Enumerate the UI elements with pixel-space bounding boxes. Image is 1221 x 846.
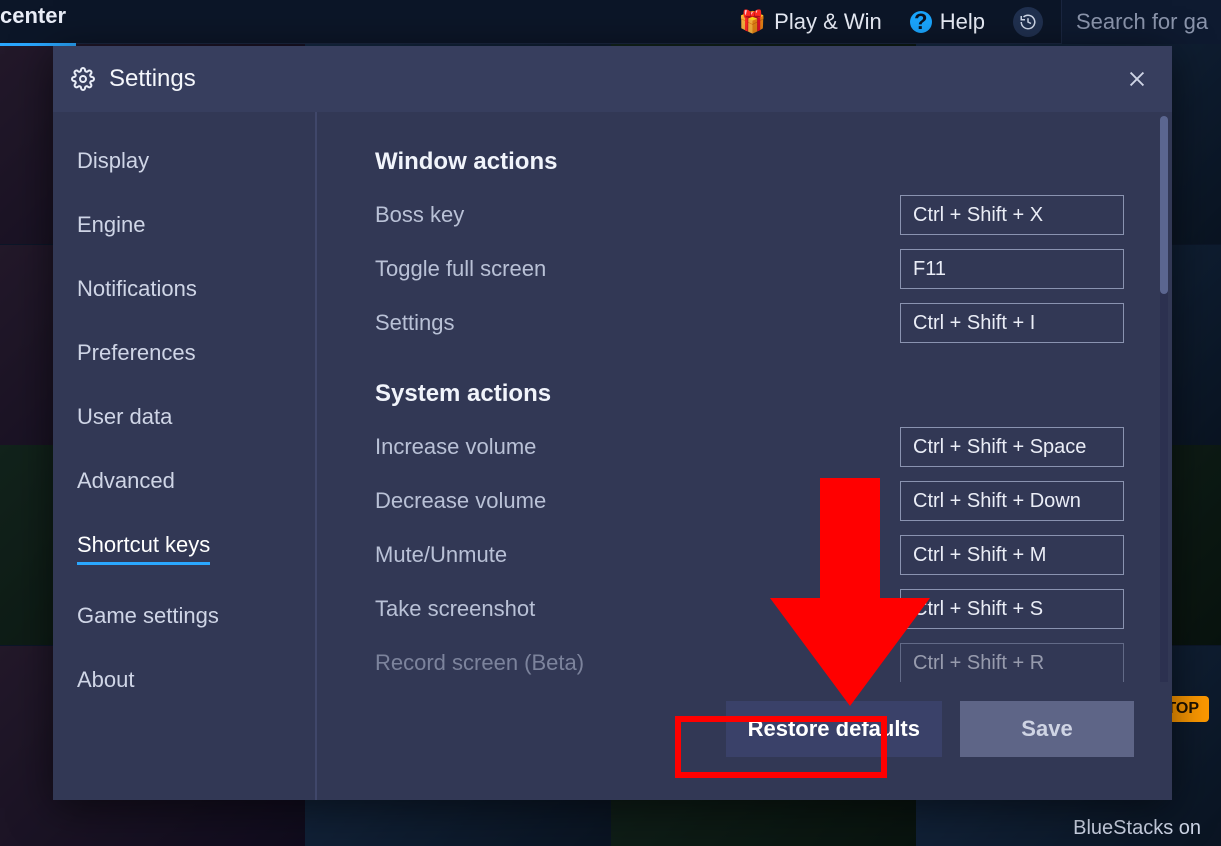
sidebar-item-game-settings[interactable]: Game settings bbox=[77, 603, 219, 629]
row-label: Increase volume bbox=[375, 434, 536, 460]
modal-header: Settings bbox=[53, 46, 1172, 112]
play-and-win-link[interactable]: 🎁 Play & Win bbox=[739, 9, 882, 35]
background-caption: BlueStacks on bbox=[1073, 817, 1201, 840]
history-button[interactable] bbox=[1013, 7, 1043, 37]
row-settings: Settings Ctrl + Shift + I bbox=[375, 302, 1124, 344]
row-label: Take screenshot bbox=[375, 596, 535, 622]
sidebar-item-engine[interactable]: Engine bbox=[77, 212, 146, 238]
play-and-win-label: Play & Win bbox=[774, 9, 882, 35]
row-label: Settings bbox=[375, 310, 455, 336]
row-label: Decrease volume bbox=[375, 488, 546, 514]
gear-icon bbox=[71, 67, 95, 91]
sidebar-item-advanced[interactable]: Advanced bbox=[77, 468, 175, 494]
modal-footer: Restore defaults Save bbox=[317, 682, 1172, 800]
row-label: Mute/Unmute bbox=[375, 542, 507, 568]
history-icon bbox=[1019, 13, 1037, 31]
row-decrease-volume: Decrease volume Ctrl + Shift + Down bbox=[375, 480, 1124, 522]
close-button[interactable] bbox=[1120, 62, 1154, 96]
settings-modal: Settings Display Engine Notifications Pr… bbox=[53, 46, 1172, 800]
section-window-actions: Window actions Boss key Ctrl + Shift + X… bbox=[375, 148, 1124, 344]
row-toggle-fullscreen: Toggle full screen F11 bbox=[375, 248, 1124, 290]
row-label: Boss key bbox=[375, 202, 464, 228]
section-system-actions: System actions Increase volume Ctrl + Sh… bbox=[375, 380, 1124, 684]
row-mute-unmute: Mute/Unmute Ctrl + Shift + M bbox=[375, 534, 1124, 576]
settings-sidebar: Display Engine Notifications Preferences… bbox=[53, 112, 317, 800]
shortcut-input[interactable]: Ctrl + Shift + X bbox=[900, 195, 1124, 235]
settings-content: Window actions Boss key Ctrl + Shift + X… bbox=[317, 112, 1172, 800]
row-label: Record screen (Beta) bbox=[375, 650, 584, 676]
search-input[interactable]: Search for ga bbox=[1061, 0, 1221, 44]
sidebar-item-preferences[interactable]: Preferences bbox=[77, 340, 196, 366]
shortcut-input[interactable]: Ctrl + Shift + S bbox=[900, 589, 1124, 629]
help-link[interactable]: ? Help bbox=[910, 9, 985, 35]
restore-defaults-button[interactable]: Restore defaults bbox=[726, 701, 942, 757]
row-record-screen: Record screen (Beta) Ctrl + Shift + R bbox=[375, 642, 1124, 684]
section-title: System actions bbox=[375, 380, 1124, 408]
search-placeholder: Search for ga bbox=[1076, 9, 1208, 35]
row-label: Toggle full screen bbox=[375, 256, 546, 282]
shortcut-input[interactable]: Ctrl + Shift + Space bbox=[900, 427, 1124, 467]
help-label: Help bbox=[940, 9, 985, 35]
shortcut-input[interactable]: Ctrl + Shift + M bbox=[900, 535, 1124, 575]
save-button[interactable]: Save bbox=[960, 701, 1134, 757]
section-title: Window actions bbox=[375, 148, 1124, 176]
shortcut-input[interactable]: Ctrl + Shift + Down bbox=[900, 481, 1124, 521]
sidebar-item-about[interactable]: About bbox=[77, 667, 135, 693]
shortcut-input[interactable]: F11 bbox=[900, 249, 1124, 289]
modal-title: Settings bbox=[109, 65, 196, 93]
app-topbar: center 🎁 Play & Win ? Help Search for ga bbox=[0, 0, 1221, 44]
sidebar-item-notifications[interactable]: Notifications bbox=[77, 276, 197, 302]
gift-icon: 🎁 bbox=[739, 9, 766, 35]
row-increase-volume: Increase volume Ctrl + Shift + Space bbox=[375, 426, 1124, 468]
sidebar-item-user-data[interactable]: User data bbox=[77, 404, 172, 430]
brand-tab[interactable]: center bbox=[0, 0, 76, 46]
close-icon bbox=[1126, 68, 1148, 90]
question-icon: ? bbox=[910, 11, 932, 33]
shortcut-input[interactable]: Ctrl + Shift + I bbox=[900, 303, 1124, 343]
sidebar-item-display[interactable]: Display bbox=[77, 148, 149, 174]
row-boss-key: Boss key Ctrl + Shift + X bbox=[375, 194, 1124, 236]
shortcut-input[interactable]: Ctrl + Shift + R bbox=[900, 643, 1124, 683]
scroll-thumb[interactable] bbox=[1160, 116, 1168, 294]
sidebar-item-shortcut-keys[interactable]: Shortcut keys bbox=[77, 532, 210, 565]
row-take-screenshot: Take screenshot Ctrl + Shift + S bbox=[375, 588, 1124, 630]
